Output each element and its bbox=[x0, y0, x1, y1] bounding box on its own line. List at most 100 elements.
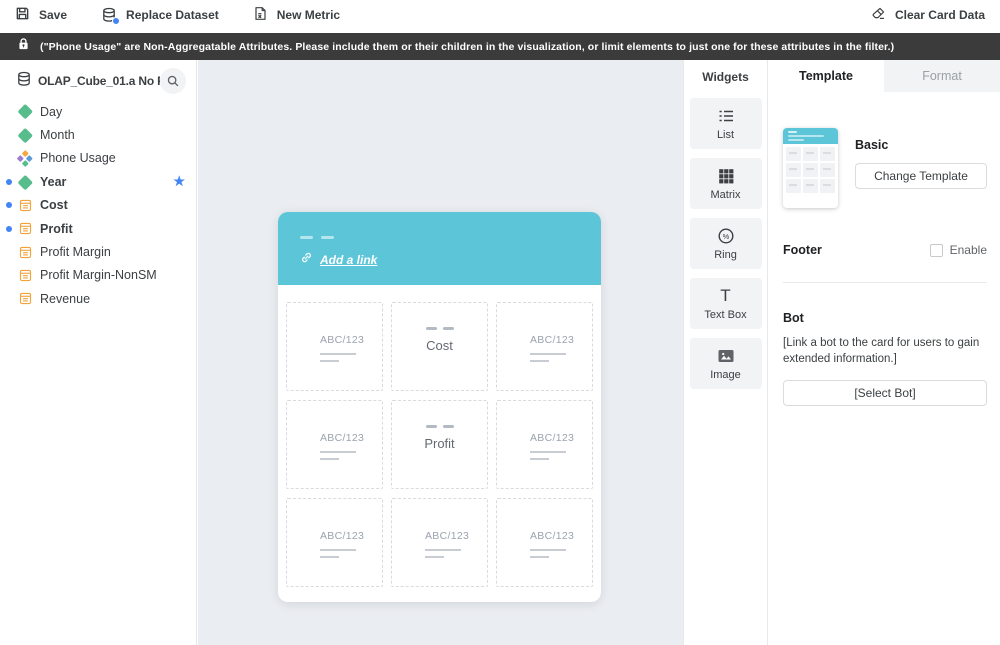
dataset-field-profit[interactable]: Profit bbox=[0, 217, 196, 240]
dataset-field-profit-margin[interactable]: Profit Margin bbox=[0, 240, 196, 263]
placeholder-line bbox=[530, 451, 566, 453]
new-metric-document-icon bbox=[253, 6, 268, 24]
title-placeholder-dashes bbox=[300, 236, 601, 239]
new-metric-label: New Metric bbox=[277, 8, 340, 22]
metric-icon bbox=[18, 268, 32, 282]
tab-format[interactable]: Format bbox=[884, 60, 1000, 92]
svg-text:%: % bbox=[722, 232, 729, 241]
widget-textbox-button[interactable]: TText Box bbox=[690, 278, 762, 329]
metric-value-placeholder bbox=[426, 327, 454, 330]
widget-ring-button[interactable]: % Ring bbox=[690, 218, 762, 269]
dataset-fields-list: Day Month Phone Usage Year ★ CostProfit Profit… bbox=[0, 100, 196, 311]
refresh-badge bbox=[112, 17, 120, 25]
placeholder-line bbox=[320, 451, 356, 453]
save-label: Save bbox=[39, 8, 67, 22]
panel-tabs: Template Format bbox=[768, 60, 1000, 92]
floppy-save-icon bbox=[15, 6, 30, 24]
main-area: OLAP_Cube_01.a No Par P... Day Month Phone… bbox=[0, 60, 1000, 645]
dataset-field-cost[interactable]: Cost bbox=[0, 194, 196, 217]
footer-enable: Enable bbox=[930, 243, 987, 257]
clear-card-data-label: Clear Card Data bbox=[895, 8, 985, 22]
in-use-dot bbox=[6, 202, 12, 208]
new-metric-button[interactable]: New Metric bbox=[253, 6, 340, 24]
footer-row: Footer Enable bbox=[783, 243, 987, 257]
warning-text: ("Phone Usage" are Non-Aggregatable Attr… bbox=[40, 41, 894, 53]
dataset-field-year[interactable]: Year ★ bbox=[0, 170, 196, 193]
placeholder-line bbox=[320, 556, 339, 558]
compound-attribute-icon bbox=[18, 151, 32, 165]
dataset-sidebar: OLAP_Cube_01.a No Par P... Day Month Phone… bbox=[0, 60, 197, 645]
dataset-field-day[interactable]: Day bbox=[0, 100, 196, 123]
textbox-icon: T bbox=[720, 286, 730, 306]
attribute-icon bbox=[18, 105, 32, 119]
field-label: Profit Margin bbox=[40, 245, 111, 259]
card-cell-placeholder[interactable]: ABC/123 bbox=[286, 400, 383, 489]
right-panel: Template Format Basic Change Template Fo… bbox=[768, 60, 1000, 645]
card-cell-placeholder[interactable]: ABC/123 bbox=[496, 400, 593, 489]
placeholder-line bbox=[425, 556, 444, 558]
card-editor: Save Replace Dataset New Metric Clea bbox=[0, 0, 1000, 645]
field-label: Year bbox=[40, 175, 66, 189]
dataset-name: OLAP_Cube_01.a No Par P... bbox=[38, 74, 160, 88]
card-cell-placeholder[interactable]: ABC/123 bbox=[286, 302, 383, 391]
field-label: Day bbox=[40, 105, 62, 119]
dataset-field-revenue[interactable]: Revenue bbox=[0, 287, 196, 310]
replace-dataset-button[interactable]: Replace Dataset bbox=[101, 7, 219, 23]
placeholder-line bbox=[530, 458, 549, 460]
card-cell-placeholder[interactable]: ABC/123 bbox=[496, 498, 593, 587]
template-name: Basic bbox=[855, 138, 987, 152]
widget-label: Ring bbox=[714, 249, 737, 261]
select-bot-button[interactable]: [Select Bot] bbox=[783, 380, 987, 406]
card-cell-placeholder[interactable]: ABC/123 bbox=[391, 498, 488, 587]
dataset-field-phone-usage[interactable]: Phone Usage bbox=[0, 147, 196, 170]
enable-label: Enable bbox=[950, 243, 987, 257]
eraser-icon bbox=[871, 6, 886, 24]
placeholder-line bbox=[530, 549, 566, 551]
dataset-field-month[interactable]: Month bbox=[0, 123, 196, 146]
toolbar: Save Replace Dataset New Metric Clea bbox=[0, 0, 1000, 30]
card-cell-placeholder[interactable]: ABC/123 bbox=[286, 498, 383, 587]
dataset-field-profit-margin-nonsm[interactable]: Profit Margin-NonSM bbox=[0, 264, 196, 287]
placeholder-label: ABC/123 bbox=[320, 530, 382, 542]
bot-label: Bot bbox=[783, 311, 987, 325]
card-header[interactable]: Add a link bbox=[278, 212, 601, 285]
placeholder-label: ABC/123 bbox=[320, 334, 382, 346]
field-label: Profit Margin-NonSM bbox=[40, 268, 157, 282]
card-preview: Add a link ABC/123CostABC/123ABC/123Prof… bbox=[278, 212, 601, 602]
enable-checkbox[interactable] bbox=[930, 244, 943, 257]
metric-icon bbox=[18, 245, 32, 259]
widget-matrix-button[interactable]: Matrix bbox=[690, 158, 762, 209]
canvas: Add a link ABC/123CostABC/123ABC/123Prof… bbox=[198, 60, 683, 645]
save-button[interactable]: Save bbox=[15, 6, 67, 24]
clear-card-data-button[interactable]: Clear Card Data bbox=[871, 6, 985, 24]
search-button[interactable] bbox=[160, 68, 186, 94]
widget-list-button[interactable]: List bbox=[690, 98, 762, 149]
search-icon bbox=[166, 74, 180, 88]
placeholder-line bbox=[530, 353, 566, 355]
database-refresh-icon bbox=[101, 7, 117, 23]
toolbar-left-group: Save Replace Dataset New Metric bbox=[15, 6, 340, 24]
field-label: Month bbox=[40, 128, 75, 142]
placeholder-label: ABC/123 bbox=[530, 334, 592, 346]
add-link-label: Add a link bbox=[320, 253, 377, 267]
card-cell-metric[interactable]: Cost bbox=[391, 302, 488, 391]
placeholder-label: ABC/123 bbox=[425, 530, 487, 542]
widgets-title: Widgets bbox=[684, 60, 767, 98]
template-info: Basic Change Template bbox=[855, 128, 987, 208]
placeholder-line bbox=[320, 360, 339, 362]
image-icon bbox=[716, 346, 736, 366]
ring-icon: % bbox=[716, 226, 736, 246]
card-cell-placeholder[interactable]: ABC/123 bbox=[496, 302, 593, 391]
placeholder-label: ABC/123 bbox=[320, 432, 382, 444]
tab-template[interactable]: Template bbox=[768, 60, 884, 92]
metric-name: Cost bbox=[426, 338, 453, 353]
dataset-cube-icon bbox=[16, 71, 32, 92]
widget-image-button[interactable]: Image bbox=[690, 338, 762, 389]
placeholder-line bbox=[320, 458, 339, 460]
change-template-button[interactable]: Change Template bbox=[855, 163, 987, 189]
add-link-button[interactable]: Add a link bbox=[300, 251, 601, 269]
template-thumbnail bbox=[783, 128, 838, 208]
card-cell-metric[interactable]: Profit bbox=[391, 400, 488, 489]
favorite-star-icon[interactable]: ★ bbox=[173, 173, 185, 189]
placeholder-line bbox=[320, 353, 356, 355]
